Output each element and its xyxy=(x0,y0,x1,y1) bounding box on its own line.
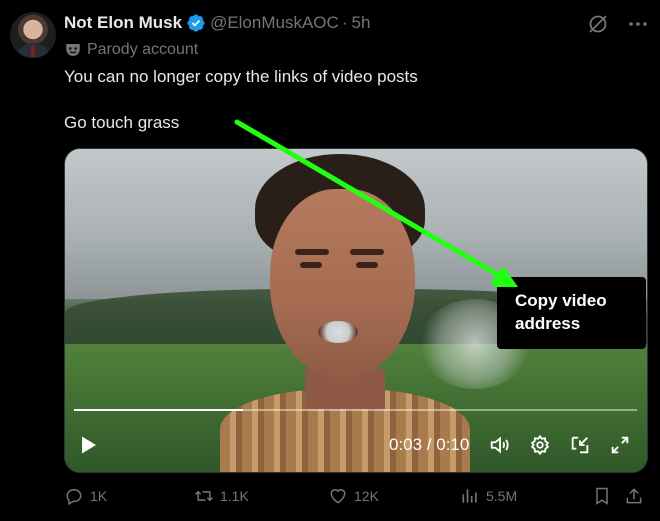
views-icon xyxy=(462,489,477,503)
person-face xyxy=(270,189,415,379)
verified-badge-icon xyxy=(187,14,205,32)
avatar-tie xyxy=(31,45,35,57)
bookmark-icon xyxy=(596,487,608,505)
heart-icon xyxy=(330,489,346,504)
handle[interactable]: @ElonMuskAOC xyxy=(210,13,339,33)
tweet-actions: 1K 1.1K 12K 5.5M xyxy=(64,483,646,509)
share-icon xyxy=(626,488,642,504)
tweet-text: You can no longer copy the links of vide… xyxy=(64,65,634,134)
fullscreen-icon[interactable] xyxy=(609,434,631,456)
person-brow xyxy=(295,249,329,255)
theater-mask-icon xyxy=(66,44,80,56)
video-progress-bar[interactable] xyxy=(74,409,637,411)
tweet-header: Not Elon Musk @ElonMuskAOC · 5h xyxy=(64,11,370,35)
picture-in-picture-icon[interactable] xyxy=(569,434,591,456)
tweet-text-line: Go touch grass xyxy=(64,113,180,132)
repost-count: 1.1K xyxy=(220,488,249,504)
video-progress-fill xyxy=(74,409,243,411)
reply-button[interactable]: 1K xyxy=(64,483,107,509)
grok-icon[interactable] xyxy=(586,12,610,36)
avatar[interactable] xyxy=(10,12,56,58)
reply-icon xyxy=(66,489,82,506)
more-icon[interactable] xyxy=(626,12,650,36)
timestamp[interactable]: 5h xyxy=(351,13,370,33)
person-eye xyxy=(300,262,322,268)
play-icon[interactable] xyxy=(76,433,100,457)
video-controls: 0:03 / 0:10 xyxy=(64,425,646,465)
video-frame-person xyxy=(220,149,470,472)
person-mouth xyxy=(318,321,358,343)
tweet-text-line: You can no longer copy the links of vide… xyxy=(64,67,418,86)
view-count: 5.5M xyxy=(486,488,518,504)
bookmark-button[interactable] xyxy=(592,483,618,509)
gear-icon[interactable] xyxy=(529,434,551,456)
like-button[interactable]: 12K xyxy=(328,483,379,509)
tweet-top-actions xyxy=(586,12,650,36)
volume-icon[interactable] xyxy=(489,434,511,456)
share-button[interactable] xyxy=(624,483,650,509)
repost-icon xyxy=(195,490,213,502)
repost-button[interactable]: 1.1K xyxy=(194,483,249,509)
tweet[interactable]: Not Elon Musk @ElonMuskAOC · 5h Parody a… xyxy=(0,0,660,521)
person-eye xyxy=(356,262,378,268)
like-count: 12K xyxy=(354,488,379,504)
person-brow xyxy=(350,249,384,255)
display-name[interactable]: Not Elon Musk xyxy=(64,13,182,33)
views-button[interactable]: 5.5M xyxy=(460,483,517,509)
parody-label-row: Parody account xyxy=(64,39,198,61)
separator-dot: · xyxy=(341,13,348,32)
copy-video-address-menu-item[interactable]: Copy video address xyxy=(497,277,646,349)
video-time: 0:03 / 0:10 xyxy=(389,435,470,454)
parody-label: Parody account xyxy=(87,41,199,58)
reply-count: 1K xyxy=(90,488,108,504)
